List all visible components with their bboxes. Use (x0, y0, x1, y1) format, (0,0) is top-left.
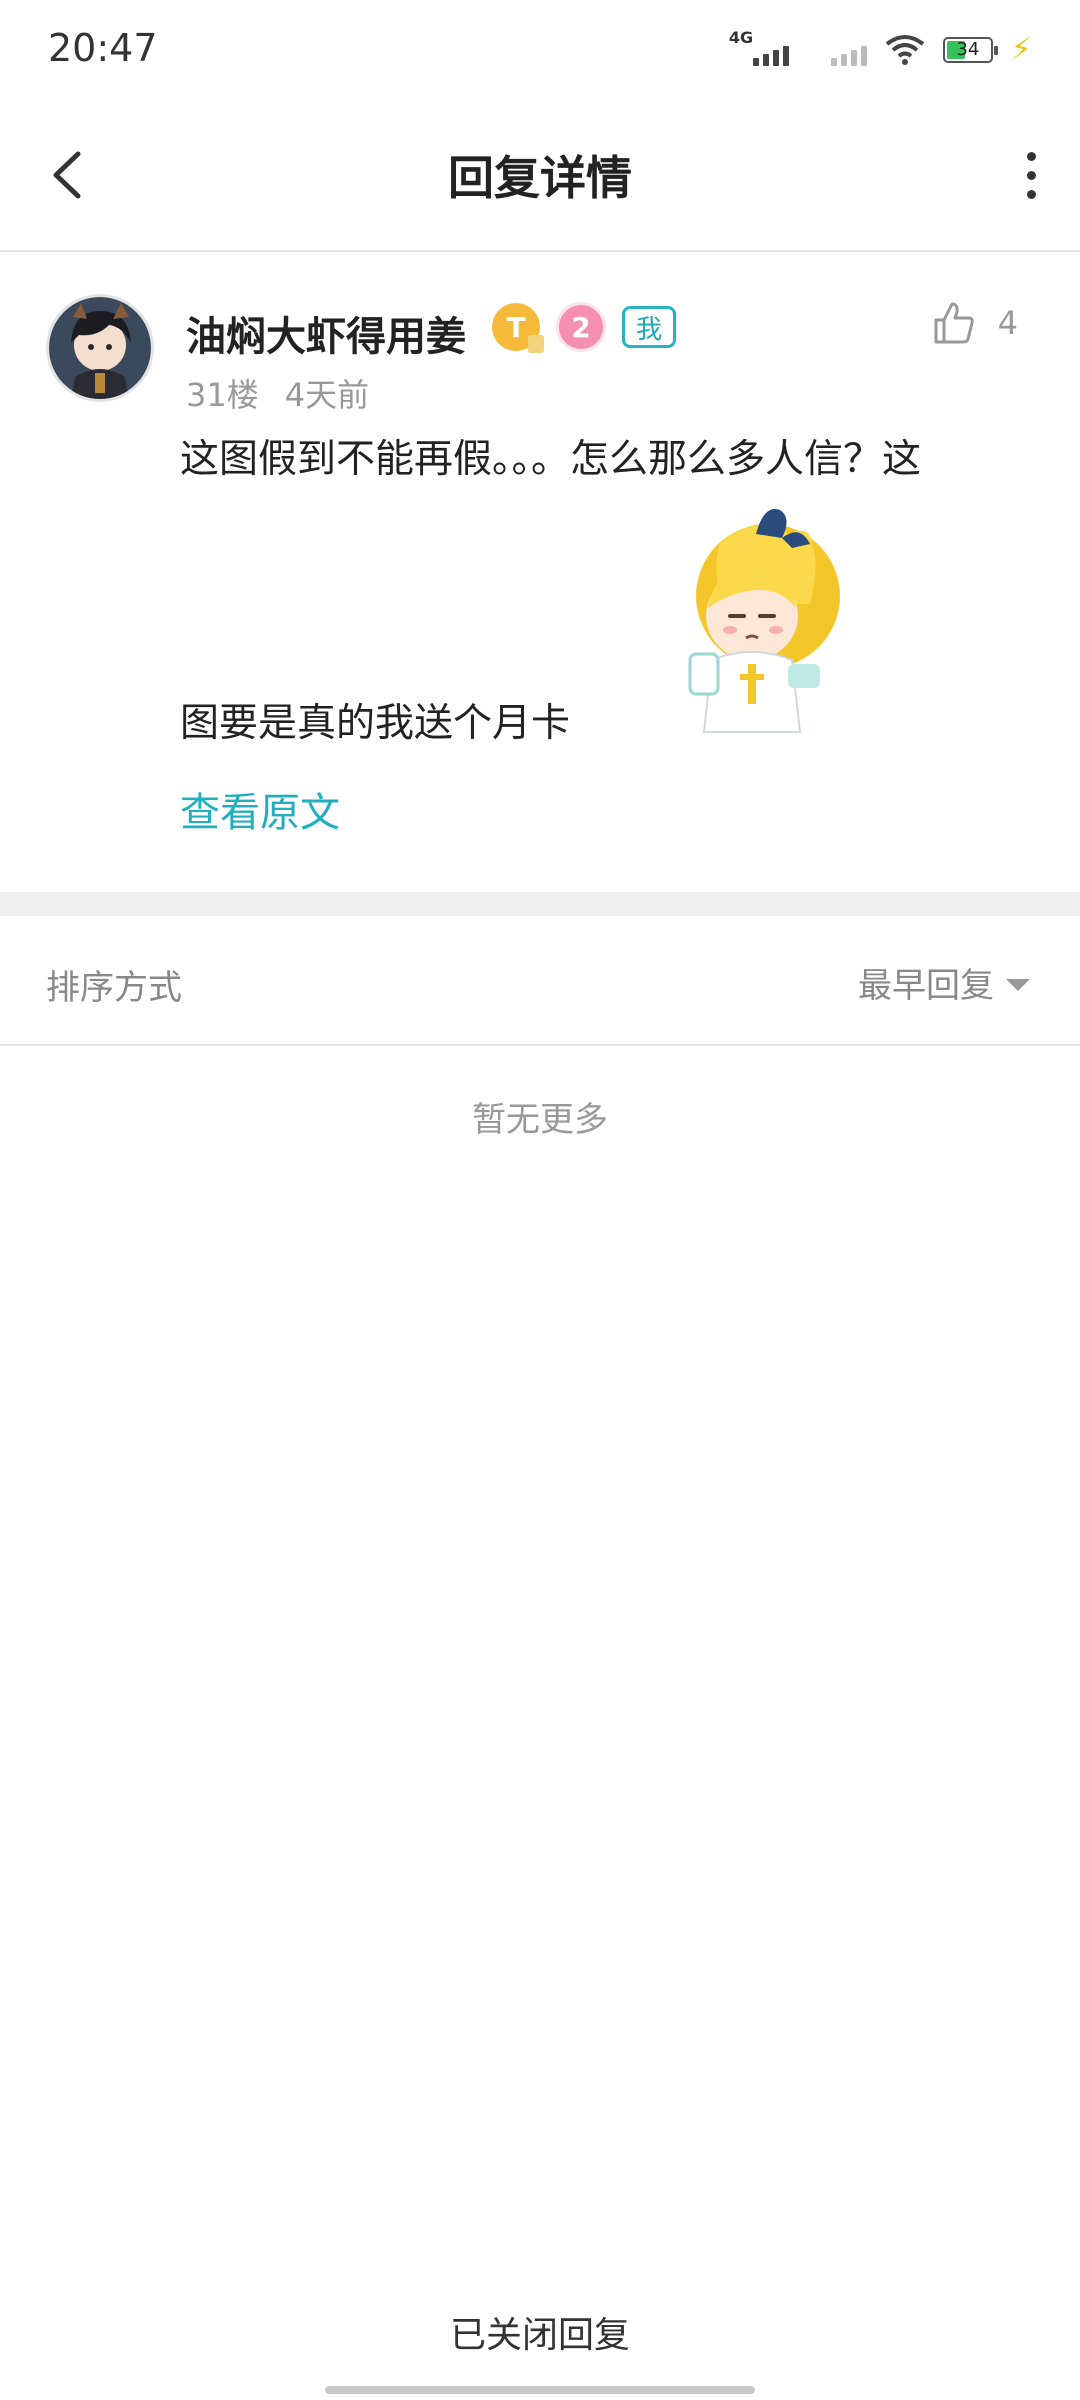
me-tag: 我 (622, 306, 676, 348)
more-vertical-icon (1026, 151, 1036, 161)
battery-icon: 34 (942, 37, 998, 63)
sort-selected-value: 最早回复 (858, 966, 994, 1006)
user-badges: T 2 我 (492, 302, 676, 353)
sort-label: 排序方式 (46, 968, 182, 1008)
home-indicator[interactable] (325, 2386, 755, 2394)
level-badge: 2 (556, 302, 606, 352)
signal-icon-secondary (807, 30, 867, 70)
comment-text-line2: 图要是真的我送个月卡 (180, 701, 571, 746)
title-badge-label: T (506, 310, 526, 344)
status-time: 20:47 (48, 26, 158, 70)
status-bar: 20:47 4G 34 ⚡ (0, 0, 1080, 100)
title-badge-icon: T (492, 303, 544, 353)
comment-text-line1: 这图假到不能再假。。。怎么那么多人信？这 (180, 437, 922, 482)
charging-icon: ⚡ (1010, 32, 1032, 67)
thumbs-up-icon (934, 302, 974, 344)
reply-comment: 油焖大虾得用姜 T 2 我 4 31楼 4天前 这图假到不能再假。。。怎么那么多人… (0, 252, 1080, 892)
username[interactable]: 油焖大虾得用姜 (186, 304, 466, 362)
more-options-button[interactable] (1006, 138, 1056, 212)
sort-dropdown[interactable]: 最早回复 (858, 958, 1030, 1007)
section-divider (0, 892, 1080, 916)
caret-down-icon (1006, 978, 1030, 991)
top-app-bar: 回复详情 (0, 100, 1080, 252)
floor-number: 31楼 (186, 376, 259, 414)
like-button[interactable]: 4 (932, 300, 1018, 346)
sort-bar: 排序方式 最早回复 (0, 916, 1080, 1046)
signal-icon: 4G (728, 28, 789, 70)
like-count: 4 (997, 304, 1018, 342)
battery-level: 34 (956, 39, 980, 60)
replies-closed-text: 已关闭回复 (449, 2315, 630, 2356)
empty-state-text: 暂无更多 (472, 1100, 608, 1140)
comment-meta: 31楼 4天前 (186, 370, 369, 416)
wifi-icon (885, 35, 925, 65)
post-time: 4天前 (284, 376, 370, 414)
page-title: 回复详情 (448, 151, 632, 205)
avatar[interactable] (46, 294, 154, 402)
view-original-link[interactable]: 查看原文 (180, 780, 340, 838)
status-icons: 4G 34 ⚡ (728, 28, 1032, 70)
sticker-emoji-icon (660, 504, 850, 734)
network-type-label: 4G (728, 28, 754, 47)
